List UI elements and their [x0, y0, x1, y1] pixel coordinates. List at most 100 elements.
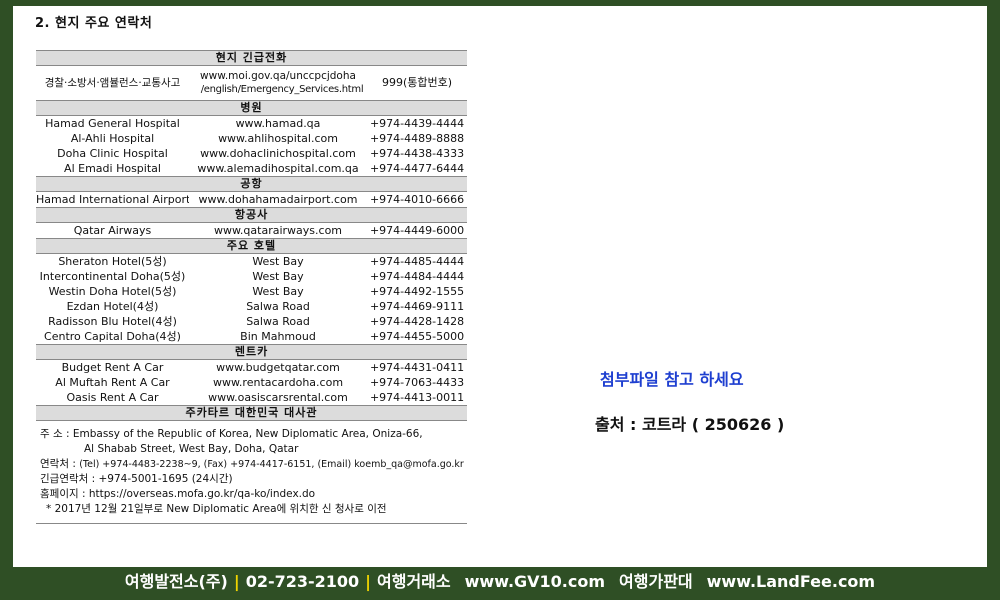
emergency-url-line2: /english/Emergency_Services.html: [200, 84, 364, 95]
embassy-address-line1: 주 소 : Embassy of the Republic of Korea, …: [40, 428, 423, 440]
table-row: Hamad International Airport www.dohahamad…: [36, 192, 467, 208]
embassy-address-line2: Al Shabab Street, West Bay, Doha, Qatar: [84, 443, 299, 455]
table-row: Al Muftah Rent A Car www.rentacardoha.com…: [36, 375, 467, 390]
contact-phone: +974-4484-4444: [369, 269, 465, 283]
embassy-homepage[interactable]: 홈페이지 : https://overseas.mofa.go.kr/qa-ko…: [40, 487, 467, 502]
table-row: Budget Rent A Car www.budgetqatar.com +974…: [36, 360, 467, 376]
contact-name: Qatar Airways: [73, 223, 152, 237]
footer-separator: |: [365, 572, 372, 591]
contact-url: Bin Mahmoud: [240, 329, 316, 343]
footer-price-link[interactable]: www.LandFee.com: [707, 572, 875, 591]
table-row: Ezdan Hotel(4성) Salwa Road +974-4469-9111: [36, 299, 467, 314]
footer-price-label: 여행가판대: [619, 572, 693, 591]
emergency-url-line1: www.moi.gov.qa/unccpcjdoha: [200, 70, 356, 82]
footer-phone: 02-723-2100: [245, 572, 360, 591]
contact-phone: +974-7063-4433: [369, 375, 465, 389]
content-panel: 2. 현지 주요 연락처 현지 긴급전화 경찰·소방서·앰뷸런스·교통사고 ww…: [13, 6, 987, 567]
contact-url[interactable]: www.dohahamadairport.com: [189, 192, 367, 208]
footer-exchange-label: 여행거래소: [377, 572, 451, 591]
contact-name: Oasis Rent A Car: [66, 390, 159, 404]
contact-name: Centro Capital Doha(4성): [44, 329, 181, 343]
footer-bar: 여행발전소(주) | 02-723-2100 | 여행거래소 www.GV10.com 여행…: [0, 568, 1000, 600]
footer-exchange-link[interactable]: www.GV10.com: [465, 572, 605, 591]
embassy-contact-label: 연락처 :: [40, 458, 80, 470]
contact-url[interactable]: www.qatarairways.com: [189, 223, 367, 239]
section-title: 항공사: [36, 207, 468, 223]
contact-phone: +974-4428-1428: [369, 314, 465, 328]
contact-table: 현지 긴급전화 경찰·소방서·앰뷸런스·교통사고 www.moi.gov.qa/…: [36, 50, 468, 421]
table-row: Qatar Airways www.qatarairways.com +974-44…: [36, 223, 467, 239]
embassy-contact: 연락처 : (Tel) +974-4483-2238~9, (Fax) +974…: [40, 457, 467, 472]
contact-name: Intercontinental Doha(5성): [39, 269, 186, 283]
contact-url: West Bay: [252, 269, 304, 283]
contact-url: Salwa Road: [246, 299, 310, 313]
table-row: Intercontinental Doha(5성) West Bay +974-44…: [36, 269, 467, 284]
contact-name: Sheraton Hotel(5성): [58, 254, 167, 268]
contact-url: West Bay: [252, 284, 304, 298]
section-heading: 2. 현지 주요 연락처: [35, 16, 153, 31]
contact-phone: +974-4492-1555: [369, 284, 465, 298]
contact-phone: +974-4010-6666: [369, 192, 465, 206]
contact-url[interactable]: www.oasiscarsrental.com: [189, 390, 367, 406]
table-row: Centro Capital Doha(4성) Bin Mahmoud +974-4…: [36, 329, 467, 345]
embassy-relocation-note: * 2017년 12월 21일부로 New Diplomatic Area에 위…: [46, 503, 387, 515]
section-title: 렌트카: [36, 344, 468, 360]
section-header-rentals: 렌트카: [36, 344, 468, 360]
table-row: Radisson Blu Hotel(4성) Salwa Road +974-442…: [36, 314, 467, 329]
table-row: Hamad General Hospital www.hamad.qa +974-4…: [36, 116, 467, 132]
table-row: Sheraton Hotel(5성) West Bay +974-4485-4444: [36, 254, 467, 270]
contact-phone: +974-4438-4333: [369, 146, 465, 160]
contact-url[interactable]: www.rentacardoha.com: [189, 375, 367, 390]
contact-name: Al Muftah Rent A Car: [55, 375, 170, 389]
section-title: 주요 호텔: [36, 238, 468, 254]
embassy-emergency-contact: 긴급연락처 : +974-5001-1695 (24시간): [40, 473, 233, 485]
section-title: 병원: [36, 100, 468, 116]
contact-name: Radisson Blu Hotel(4성): [48, 314, 177, 328]
section-header-embassy: 주카타르 대한민국 대사관: [36, 405, 468, 421]
table-row: Doha Clinic Hospital www.dohaclinichospit…: [36, 146, 467, 161]
document-bottom-rule: [36, 523, 467, 524]
contact-url[interactable]: www.budgetqatar.com: [189, 360, 367, 376]
table-row: Westin Doha Hotel(5성) West Bay +974-4492-1…: [36, 284, 467, 299]
contact-name: Westin Doha Hotel(5성): [48, 284, 177, 298]
section-header-airport: 공항: [36, 176, 468, 192]
contact-name: Doha Clinic Hospital: [57, 146, 168, 160]
contact-name: Ezdan Hotel(4성): [66, 299, 159, 313]
contact-phone: +974-4449-6000: [369, 223, 465, 237]
contact-name: Al-Ahli Hospital: [70, 131, 155, 145]
contact-url: West Bay: [252, 254, 304, 268]
contact-url[interactable]: www.alemadihospital.com.qa: [189, 161, 367, 177]
contact-phone: +974-4431-0411: [369, 360, 465, 374]
contact-phone: +974-4489-8888: [369, 131, 465, 145]
embassy-info: 주 소 : Embassy of the Republic of Korea, …: [36, 427, 467, 517]
section-title: 공항: [36, 176, 468, 192]
contact-url[interactable]: www.hamad.qa: [189, 116, 367, 132]
section-header-hotels: 주요 호텔: [36, 238, 468, 254]
emergency-url[interactable]: www.moi.gov.qa/unccpcjdoha /english/Emer…: [189, 66, 367, 101]
contact-document: 현지 긴급전화 경찰·소방서·앰뷸런스·교통사고 www.moi.gov.qa/…: [36, 50, 468, 524]
contact-name: Hamad International Airport: [36, 192, 189, 206]
source-note: 출처 : 코트라 ( 250626 ): [595, 415, 785, 434]
contact-phone: +974-4469-9111: [369, 299, 465, 313]
contact-phone: +974-4439-4444: [369, 116, 465, 130]
contact-phone: +974-4485-4444: [369, 254, 465, 268]
section-title: 주카타르 대한민국 대사관: [36, 405, 468, 421]
emergency-row: 경찰·소방서·앰뷸런스·교통사고 www.moi.gov.qa/unccpcjd…: [36, 66, 467, 101]
contact-phone: +974-4455-5000: [369, 329, 465, 343]
contact-name: Al Emadi Hospital: [64, 161, 161, 175]
section-header-airline: 항공사: [36, 207, 468, 223]
section-header-hospitals: 병원: [36, 100, 468, 116]
contact-url[interactable]: www.ahlihospital.com: [189, 131, 367, 146]
contact-name: Hamad General Hospital: [45, 116, 180, 130]
contact-url[interactable]: www.dohaclinichospital.com: [189, 146, 367, 161]
section-header-emergency: 현지 긴급전화: [36, 50, 468, 66]
contact-phone: +974-4477-6444: [369, 161, 465, 175]
table-row: Al Emadi Hospital www.alemadihospital.com…: [36, 161, 467, 177]
footer-company: 여행발전소(주): [124, 572, 228, 591]
embassy-contact-value: (Tel) +974-4483-2238~9, (Fax) +974-4417-…: [79, 459, 464, 470]
table-row: Oasis Rent A Car www.oasiscarsrental.com +…: [36, 390, 467, 406]
attachment-note: 첨부파일 참고 하세요: [600, 370, 744, 389]
footer-separator: |: [233, 572, 240, 591]
emergency-name: 경찰·소방서·앰뷸런스·교통사고: [44, 77, 181, 89]
contact-url: Salwa Road: [246, 314, 310, 328]
